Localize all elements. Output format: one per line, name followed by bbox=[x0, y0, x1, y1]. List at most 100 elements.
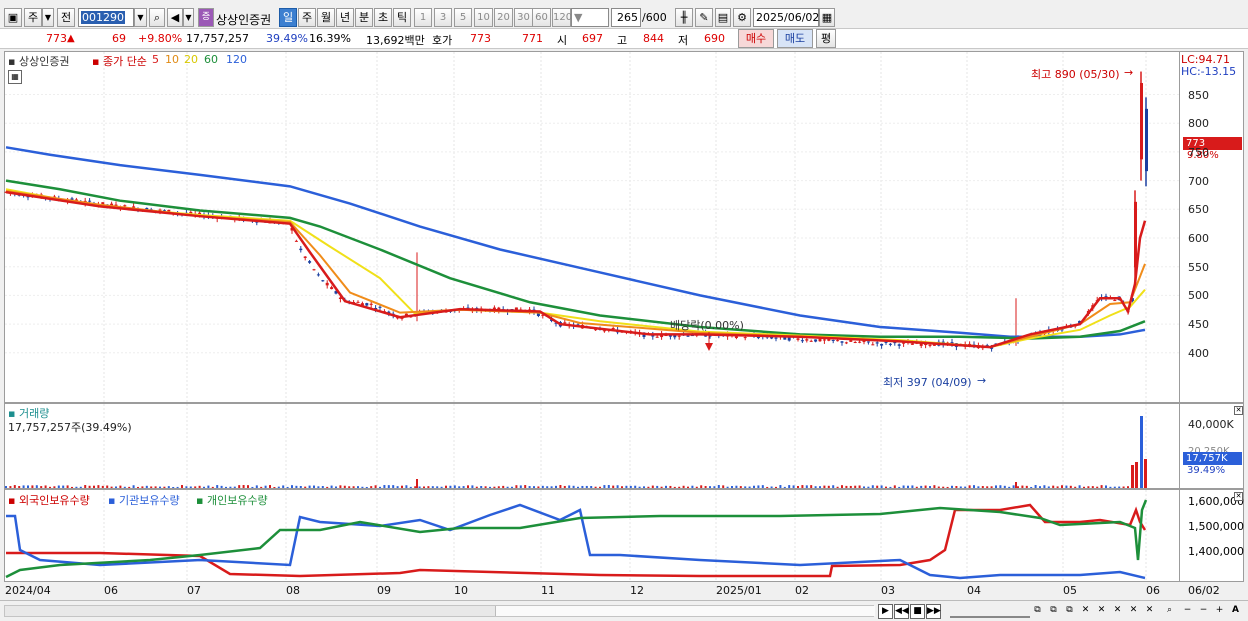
layout3-icon[interactable]: ⧉ bbox=[1062, 604, 1077, 619]
volume-bar bbox=[1043, 485, 1046, 488]
volume-bar bbox=[599, 486, 601, 488]
volume-bar bbox=[335, 486, 337, 488]
volume-bar bbox=[471, 485, 474, 488]
volume-close-icon[interactable]: ✕ bbox=[1234, 406, 1243, 415]
volume-bar bbox=[673, 486, 676, 488]
volume-bar bbox=[1030, 486, 1033, 488]
volume-bar bbox=[379, 486, 381, 488]
volume-bar bbox=[1096, 486, 1099, 488]
volume-bar bbox=[810, 485, 813, 488]
volume-bar bbox=[801, 485, 804, 488]
volume-bar bbox=[907, 485, 909, 488]
volume-bar bbox=[559, 485, 562, 488]
volume-bar bbox=[66, 485, 69, 488]
candle-body bbox=[123, 205, 127, 207]
cross4-icon[interactable]: ✕ bbox=[1126, 604, 1141, 619]
volume-bar bbox=[942, 486, 945, 488]
volume-bar bbox=[119, 485, 122, 488]
volume-bar bbox=[1003, 485, 1006, 488]
cross5-icon[interactable]: ✕ bbox=[1142, 604, 1157, 619]
volume-bar bbox=[770, 486, 773, 488]
scrollbar-track[interactable] bbox=[4, 605, 875, 617]
volume-bar bbox=[933, 485, 936, 488]
volume-bar bbox=[977, 486, 980, 488]
volume-bar bbox=[1012, 485, 1015, 488]
volume-bar bbox=[216, 485, 219, 488]
volume-bar bbox=[49, 486, 51, 488]
volume-bar bbox=[929, 486, 931, 488]
volume-bar bbox=[920, 485, 923, 488]
zoom-slider[interactable] bbox=[950, 604, 1030, 618]
volume-bar bbox=[383, 485, 386, 488]
volume-tag: 17,757K bbox=[1183, 452, 1242, 465]
div-note: 배당락(0.00%) bbox=[670, 319, 744, 332]
candle-body bbox=[836, 340, 840, 342]
volume-bar bbox=[436, 486, 439, 488]
ma120-label: 120 bbox=[226, 53, 247, 66]
volume-bar bbox=[365, 486, 368, 488]
volume-bar bbox=[867, 486, 870, 488]
volume-bar bbox=[31, 485, 34, 488]
cross2-icon[interactable]: ✕ bbox=[1094, 604, 1109, 619]
volume-bar bbox=[1065, 485, 1068, 488]
volume-bar bbox=[964, 486, 967, 488]
volume-bar bbox=[317, 486, 320, 488]
volume-bar bbox=[440, 486, 443, 488]
volume-bar bbox=[880, 485, 883, 488]
ma-legend-label: 종가 단순 bbox=[102, 55, 147, 68]
volume-bar bbox=[1056, 486, 1059, 488]
volume-bar bbox=[414, 486, 417, 488]
candle-body bbox=[316, 274, 320, 276]
scrollbar-thumb[interactable] bbox=[495, 606, 875, 616]
volume-bar bbox=[836, 486, 839, 488]
x-tick-12: 05 bbox=[1063, 584, 1077, 597]
volume-bar bbox=[57, 485, 60, 488]
volume-bar bbox=[735, 485, 738, 488]
volume-bar bbox=[797, 486, 799, 488]
volume-bar bbox=[145, 485, 148, 488]
play-icon[interactable]: ▶ bbox=[878, 604, 893, 619]
volume-bar bbox=[858, 485, 861, 488]
volume-bar bbox=[489, 486, 491, 488]
low-note: 최저 397 (04/09) bbox=[883, 376, 972, 389]
font-icon[interactable]: A bbox=[1228, 604, 1243, 619]
volume-bar bbox=[75, 486, 78, 488]
x-tick-13: 06 bbox=[1146, 584, 1160, 597]
candle-body bbox=[321, 280, 325, 282]
volume-bar bbox=[629, 485, 632, 488]
volume-bar-last-2 bbox=[1140, 416, 1143, 488]
foreign-legend-label: 외국인보유수량 bbox=[18, 494, 90, 507]
volume-bar bbox=[238, 485, 241, 488]
bottom-bar: ▶ ◀◀ ■ ▶▶ ⧉ ⧉ ⧉ ✕ ✕ ✕ ✕ ✕ ⌕ − − + A bbox=[0, 600, 1248, 621]
rewind-icon[interactable]: ◀◀ bbox=[894, 604, 909, 619]
grid-icon[interactable]: ▦ bbox=[8, 70, 22, 84]
cross-icon[interactable]: ✕ bbox=[1078, 604, 1093, 619]
plus-icon[interactable]: + bbox=[1212, 604, 1227, 619]
volume-bar bbox=[132, 485, 135, 488]
volume-bar bbox=[968, 485, 971, 488]
volume-bar bbox=[387, 485, 390, 488]
forward-icon[interactable]: ▶▶ bbox=[926, 604, 941, 619]
y-tick-650: 650 bbox=[1188, 203, 1209, 217]
layout2-icon[interactable]: ⧉ bbox=[1046, 604, 1061, 619]
stop-icon[interactable]: ■ bbox=[910, 604, 925, 619]
zoom-icon[interactable]: ⌕ bbox=[1162, 604, 1177, 619]
volume-bar bbox=[418, 486, 421, 488]
volume-bar bbox=[1087, 486, 1090, 488]
volume-bar bbox=[308, 485, 311, 488]
volume-bar bbox=[79, 486, 82, 488]
holding-close-icon[interactable]: ✕ bbox=[1234, 492, 1243, 501]
cross3-icon[interactable]: ✕ bbox=[1110, 604, 1125, 619]
volume-bar bbox=[757, 485, 760, 488]
volume-bar bbox=[603, 485, 606, 488]
volume-bar bbox=[1017, 486, 1019, 488]
y-tick-700: 700 bbox=[1188, 174, 1209, 188]
chart-canvas[interactable] bbox=[0, 0, 1248, 621]
layout1-icon[interactable]: ⧉ bbox=[1030, 604, 1045, 619]
volume-bar bbox=[999, 485, 1002, 488]
zoom-out-icon[interactable]: − bbox=[1196, 604, 1211, 619]
volume-tag-pct: 39.49% bbox=[1187, 465, 1226, 476]
minus-icon[interactable]: − bbox=[1180, 604, 1195, 619]
volume-bar bbox=[739, 486, 742, 488]
y-tick-450: 450 bbox=[1188, 318, 1209, 332]
